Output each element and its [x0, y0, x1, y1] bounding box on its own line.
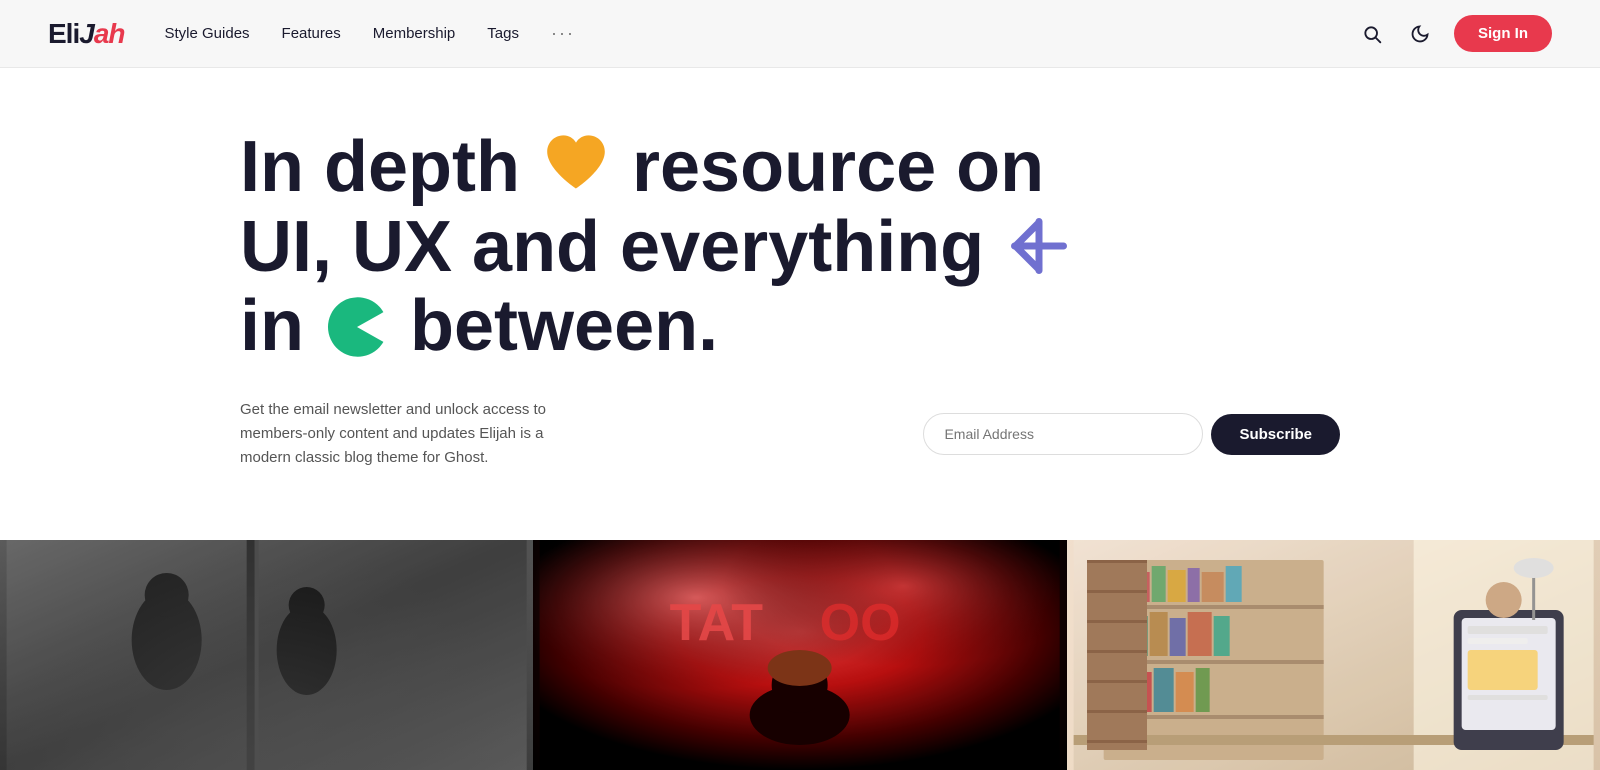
- hero-headline: In depth resource on UI, UX and everythi…: [240, 128, 1074, 366]
- subscribe-button[interactable]: Subscribe: [1211, 414, 1340, 455]
- logo-j: J: [79, 18, 94, 49]
- nav-links: Style Guides Features Membership Tags ··…: [165, 23, 1359, 44]
- card-2[interactable]: TAT OO: [533, 540, 1066, 770]
- hero-section: In depth resource on UI, UX and everythi…: [0, 68, 1600, 540]
- nav-right: Sign In: [1358, 15, 1552, 52]
- nav-item-styleguides[interactable]: Style Guides: [165, 25, 250, 43]
- dark-mode-button[interactable]: [1406, 20, 1434, 48]
- card-image-1: [0, 540, 533, 770]
- headline-part3: UI, UX and everything: [240, 207, 984, 287]
- card-1[interactable]: [0, 540, 533, 770]
- logo-ah: ah: [94, 18, 125, 49]
- more-icon[interactable]: ···: [551, 23, 575, 43]
- nav-item-features[interactable]: Features: [282, 25, 341, 43]
- headline-part4: in: [240, 286, 304, 366]
- logo[interactable]: EliJah: [48, 18, 125, 50]
- nav-item-membership[interactable]: Membership: [373, 25, 456, 43]
- heart-icon: [540, 130, 612, 202]
- search-button[interactable]: [1358, 20, 1386, 48]
- nav-link-membership[interactable]: Membership: [373, 25, 456, 42]
- pacman-icon: [324, 294, 390, 360]
- star-icon: [1004, 211, 1074, 281]
- hero-description: Get the email newsletter and unlock acce…: [240, 398, 580, 470]
- cards-section: TAT OO: [0, 540, 1600, 770]
- email-input[interactable]: [923, 413, 1203, 455]
- navbar: EliJah Style Guides Features Membership …: [0, 0, 1600, 68]
- nav-link-tags[interactable]: Tags: [487, 25, 519, 42]
- moon-icon: [1410, 24, 1430, 44]
- hero-sub-row: Get the email newsletter and unlock acce…: [240, 398, 1340, 470]
- headline-part2: resource on: [632, 127, 1044, 207]
- logo-eli: Eli: [48, 18, 79, 49]
- card-image-3: [1067, 540, 1600, 770]
- nav-item-more[interactable]: ···: [551, 23, 575, 44]
- card-3[interactable]: [1067, 540, 1600, 770]
- nav-item-tags[interactable]: Tags: [487, 25, 519, 43]
- headline-part5: between.: [410, 286, 718, 366]
- nav-link-features[interactable]: Features: [282, 25, 341, 42]
- card-image-2: TAT OO: [533, 540, 1066, 770]
- signin-button[interactable]: Sign In: [1454, 15, 1552, 52]
- subscribe-form: Subscribe: [660, 413, 1340, 455]
- headline-part1: In depth: [240, 127, 520, 207]
- nav-link-styleguides[interactable]: Style Guides: [165, 25, 250, 42]
- search-icon: [1362, 24, 1382, 44]
